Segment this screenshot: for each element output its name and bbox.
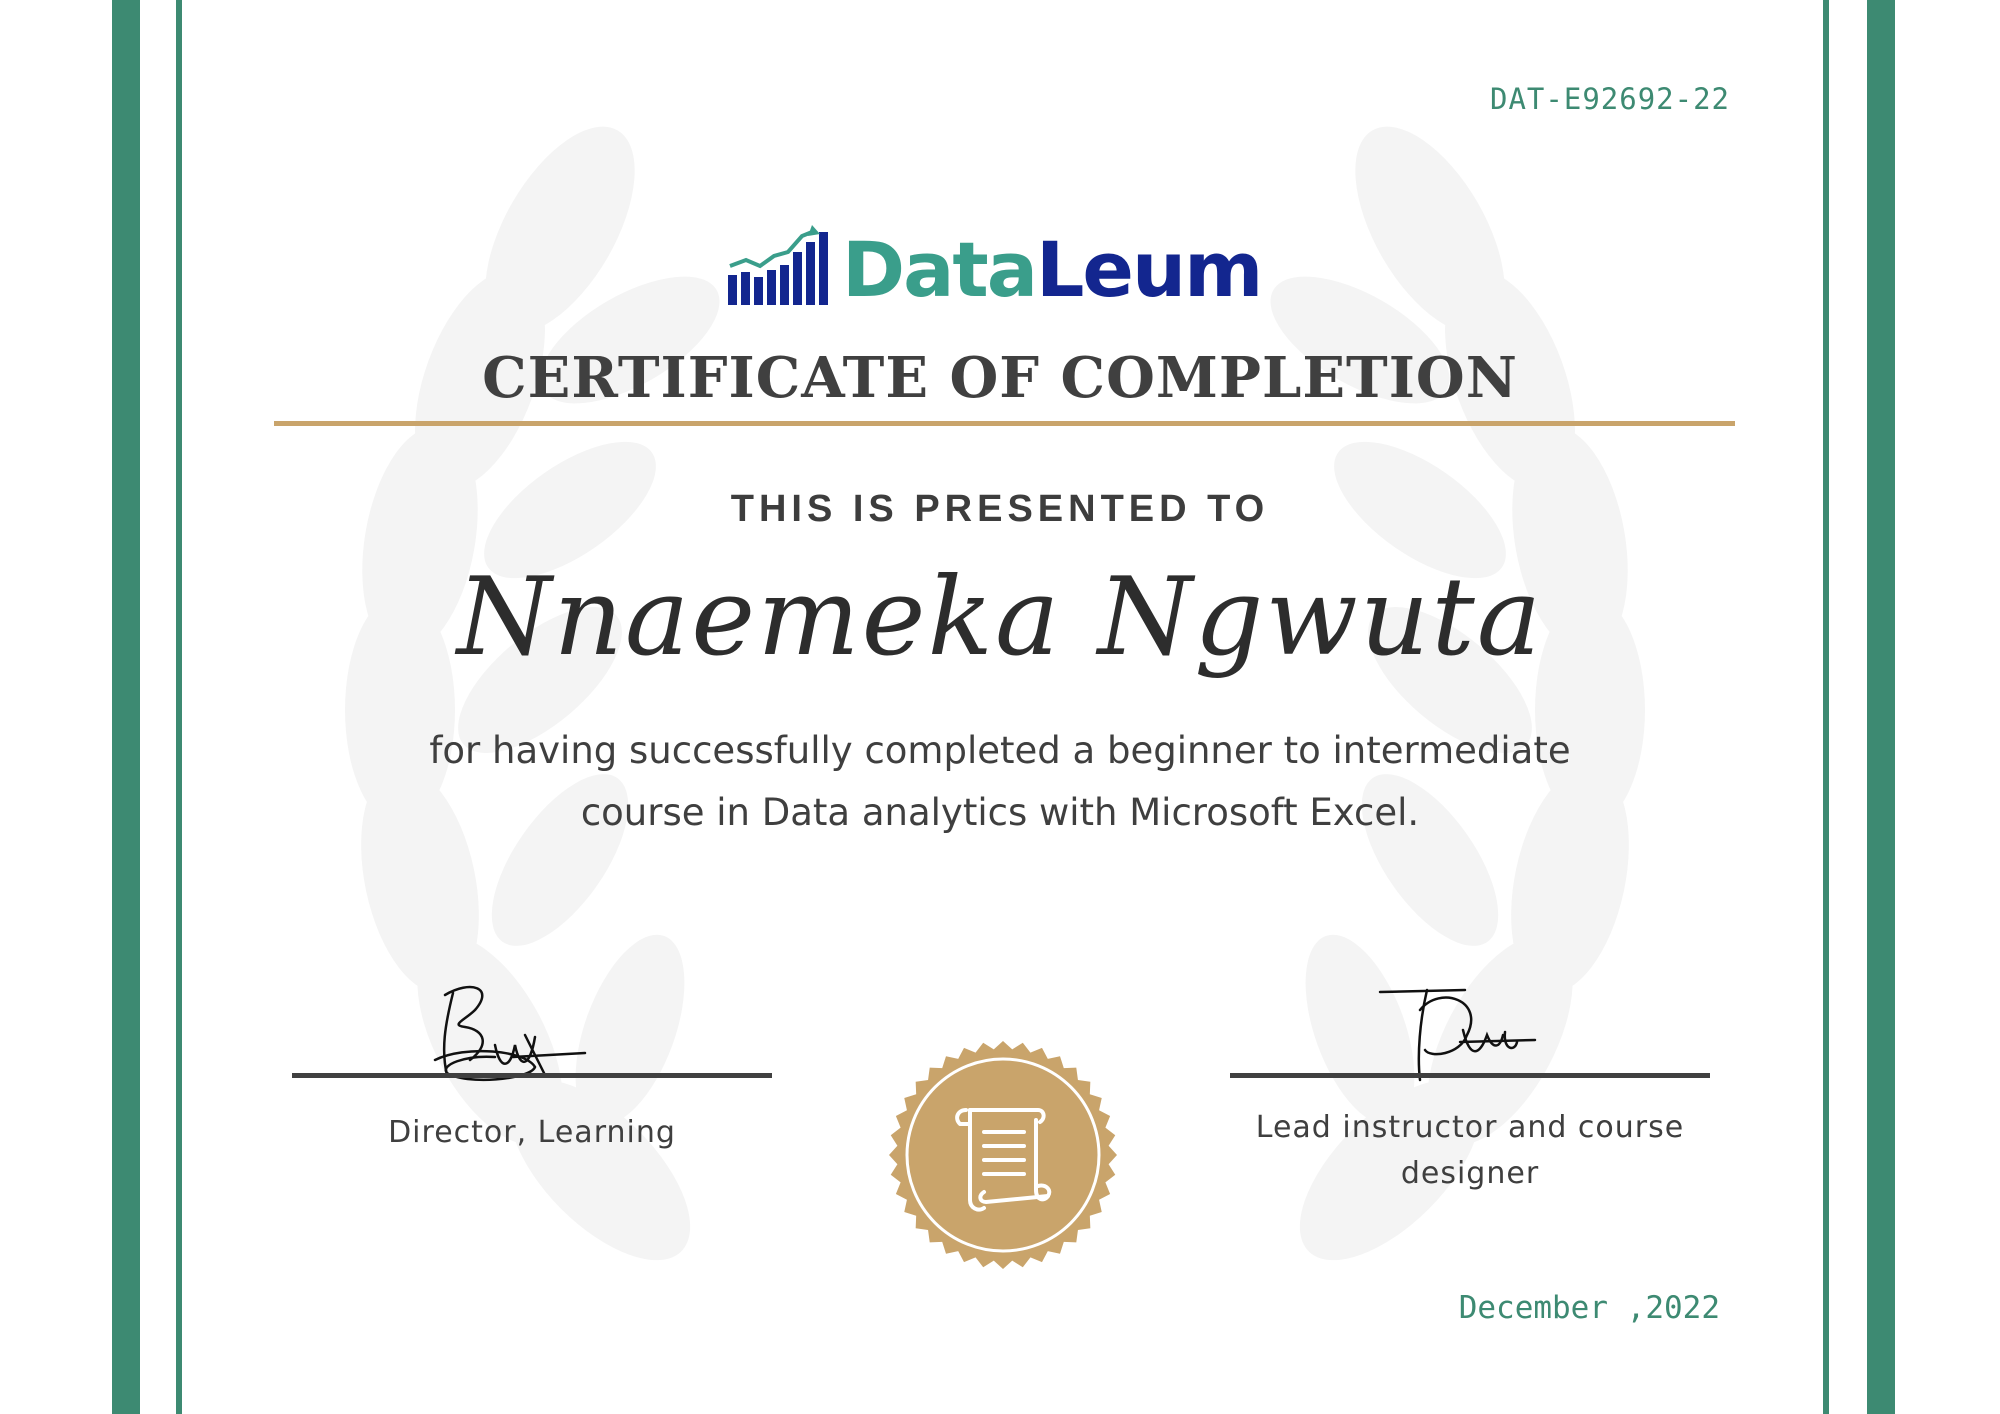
logo-text-data: Data: [842, 225, 1038, 314]
presented-to-label: THIS IS PRESENTED TO: [730, 488, 1270, 530]
right-border-line: [1823, 0, 1829, 1414]
right-signatory-title: Lead instructor and course designer: [1230, 1105, 1710, 1197]
description-line-2: course in Data analytics with Microsoft …: [580, 791, 1420, 834]
logo-wordmark: DataLeum: [842, 220, 1263, 320]
left-signatory-title: Director, Learning: [388, 1115, 676, 1150]
right-signatory-line-2: designer: [1400, 1156, 1540, 1191]
director-signature: [433, 985, 587, 1082]
right-border-bar: [1867, 0, 1895, 1414]
description-line-1: for having successfully completed a begi…: [429, 729, 1571, 772]
instructor-signature: [1378, 988, 1537, 1082]
dataleum-logo: DataLeum: [726, 220, 1263, 320]
issue-date: December ,2022: [1458, 1290, 1720, 1326]
recipient-name: Nnaemeka Ngwuta: [456, 555, 1544, 680]
right-signatory-line-1: Lead instructor and course: [1255, 1110, 1685, 1145]
certificate-description: for having successfully completed a begi…: [300, 720, 1700, 844]
certificate-id: DAT-E92692-22: [1490, 82, 1730, 116]
left-border-bar: [112, 0, 140, 1414]
right-signature-line: [1230, 1073, 1710, 1078]
bar-chart-trend-icon: [728, 225, 828, 305]
certificate-title: CERTIFICATE OF COMPLETION: [482, 345, 1518, 411]
left-signature-line: [292, 1073, 772, 1078]
logo-text-leum: Leum: [1036, 225, 1263, 314]
certificate-seal: [889, 1041, 1117, 1269]
title-divider: [274, 421, 1735, 426]
seal-badge: [889, 1041, 1117, 1269]
left-border-line: [176, 0, 182, 1414]
